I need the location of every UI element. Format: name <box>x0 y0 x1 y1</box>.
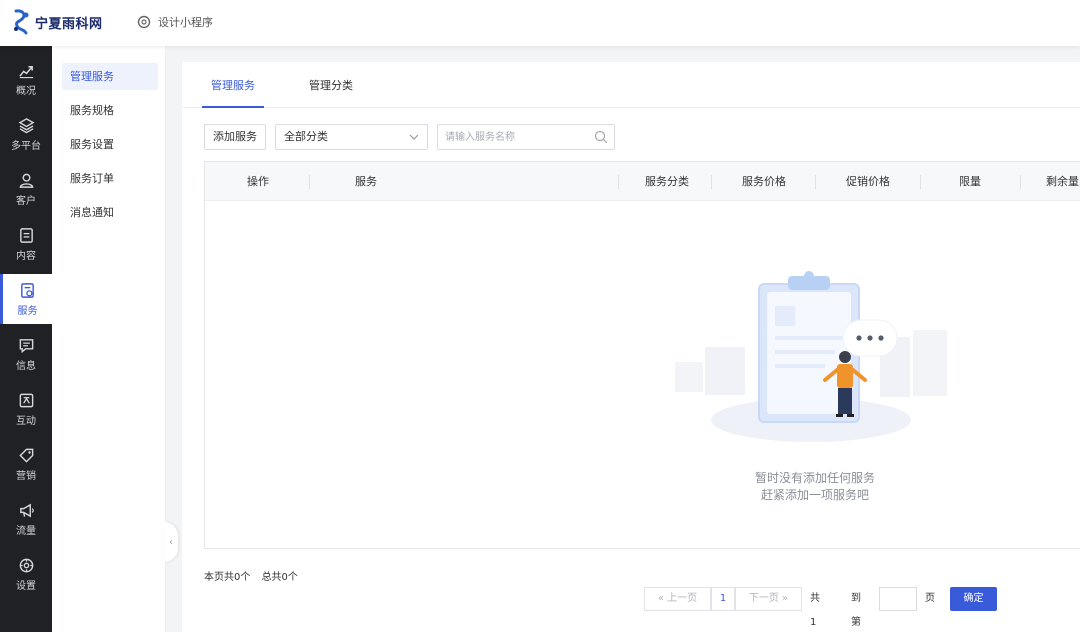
search-box <box>437 124 615 150</box>
nav-item-settings[interactable]: 设置 <box>0 549 52 599</box>
subnav-item-manage-service[interactable]: 管理服务 <box>62 63 158 90</box>
miniprogram-icon <box>137 15 151 29</box>
page-number-button[interactable]: 1 <box>711 587 735 611</box>
empty-state-line2: 赶紧添加一项服务吧 <box>760 488 869 502</box>
page-count: 本页共0个 <box>204 572 251 583</box>
column-divider <box>1020 175 1021 189</box>
total-count: 总共0个 <box>261 572 298 583</box>
nav-label: 信息 <box>16 360 36 372</box>
double-chevron-left-icon: « <box>657 593 664 604</box>
service-table: 操作 服务 服务分类 服务价格 促销价格 限量 剩余量 暂时没有添加任何服务 赶… <box>204 161 1080 549</box>
design-miniprogram-label: 设计小程序 <box>158 16 213 29</box>
subnav-item-service-orders[interactable]: 服务订单 <box>62 165 158 192</box>
design-miniprogram-link[interactable]: 设计小程序 <box>136 12 213 32</box>
next-page-button[interactable]: 下一页 » <box>735 587 802 611</box>
nav-label: 互动 <box>16 415 36 427</box>
chevron-left-icon: ‹ <box>169 536 173 548</box>
column-divider <box>618 175 619 189</box>
user-icon <box>19 173 33 188</box>
prev-page-button[interactable]: « 上一页 <box>644 587 711 611</box>
subnav-item-notifications[interactable]: 消息通知 <box>62 199 158 226</box>
nav-item-service[interactable]: 服务 <box>0 274 52 324</box>
collapse-subnav-button[interactable]: ‹ <box>164 522 178 562</box>
tab-bar: 管理服务 管理分类 <box>182 62 1080 108</box>
column-header-category: 服务分类 <box>645 175 689 188</box>
nav-item-content[interactable]: 内容 <box>0 219 52 269</box>
prev-page-label: 上一页 <box>667 593 698 604</box>
nav-item-interaction[interactable]: 互动 <box>0 384 52 434</box>
interaction-icon <box>19 393 33 407</box>
megaphone-icon <box>19 503 34 517</box>
table-header: 操作 服务 服务分类 服务价格 促销价格 限量 剩余量 <box>205 162 1080 201</box>
nav-label: 流量 <box>16 525 36 537</box>
nav-item-marketing[interactable]: 营销 <box>0 439 52 489</box>
column-header-action: 操作 <box>247 175 269 188</box>
nav-label: 概况 <box>16 85 36 97</box>
message-icon <box>19 338 33 353</box>
goto-label: 到第 <box>851 593 861 628</box>
next-page-label: 下一页 <box>748 593 779 604</box>
nav-label: 设置 <box>16 580 36 592</box>
search-input[interactable] <box>438 125 588 149</box>
main-nav: 概况 多平台 客户 内容 服务 信息 互动 营销 流量 设置 <box>0 46 52 632</box>
tab-manage-category[interactable]: 管理分类 <box>300 62 362 108</box>
nav-item-traffic[interactable]: 流量 <box>0 494 52 544</box>
nav-label: 内容 <box>16 250 36 262</box>
main-panel: 管理服务 管理分类 添加服务 全部分类 操作 服务 服务分类 服务价格 促销价格… <box>182 62 1080 632</box>
category-select[interactable]: 全部分类 <box>275 124 428 150</box>
nav-label: 客户 <box>16 195 36 207</box>
add-service-button[interactable]: 添加服务 <box>204 124 266 150</box>
tag-icon <box>18 448 33 463</box>
column-header-service: 服务 <box>355 175 377 188</box>
nav-item-message[interactable]: 信息 <box>0 329 52 379</box>
search-icon[interactable] <box>594 130 608 144</box>
nav-label: 多平台 <box>11 140 41 152</box>
page-unit-label: 页 <box>925 593 935 604</box>
logo-mark-icon <box>14 9 29 35</box>
confirm-goto-button[interactable]: 确定 <box>950 587 997 611</box>
empty-state-illustration <box>675 271 947 442</box>
column-header-price: 服务价格 <box>742 175 786 188</box>
chart-icon <box>18 65 33 78</box>
subnav-item-service-settings[interactable]: 服务设置 <box>62 131 158 158</box>
top-bar: 宁夏雨科网 设计小程序 <box>0 0 1080 46</box>
logo[interactable]: 宁夏雨科网 <box>12 8 103 36</box>
column-header-promo-price: 促销价格 <box>846 175 890 188</box>
goto-page-input[interactable] <box>879 587 917 611</box>
logo-text: 宁夏雨科网 <box>35 16 103 32</box>
column-header-limit: 限量 <box>959 175 981 188</box>
subnav-item-service-spec[interactable]: 服务规格 <box>62 97 158 124</box>
nav-item-multiplatform[interactable]: 多平台 <box>0 109 52 159</box>
chevron-down-icon <box>409 134 419 140</box>
layers-icon <box>17 117 35 133</box>
empty-state-line1: 暂时没有添加任何服务 <box>754 471 875 485</box>
column-header-remaining: 剩余量 <box>1046 175 1079 188</box>
nav-label: 营销 <box>16 470 36 482</box>
tab-manage-service[interactable]: 管理服务 <box>202 62 264 108</box>
total-pages: 共1页 <box>810 593 820 628</box>
column-divider <box>920 175 921 189</box>
service-subnav: 管理服务 服务规格 服务设置 服务订单 消息通知 <box>52 46 166 632</box>
document-icon <box>19 227 33 243</box>
column-divider <box>309 175 310 189</box>
record-count: 本页共0个 总共0个 <box>204 568 306 583</box>
column-divider <box>815 175 816 189</box>
nav-item-customer[interactable]: 客户 <box>0 164 52 214</box>
nav-item-overview[interactable]: 概况 <box>0 54 52 104</box>
column-divider <box>711 175 712 189</box>
double-chevron-right-icon: » <box>782 593 789 604</box>
category-select-value: 全部分类 <box>284 130 328 143</box>
service-icon <box>21 282 34 298</box>
gear-icon <box>19 558 33 572</box>
nav-label: 服务 <box>17 305 38 317</box>
